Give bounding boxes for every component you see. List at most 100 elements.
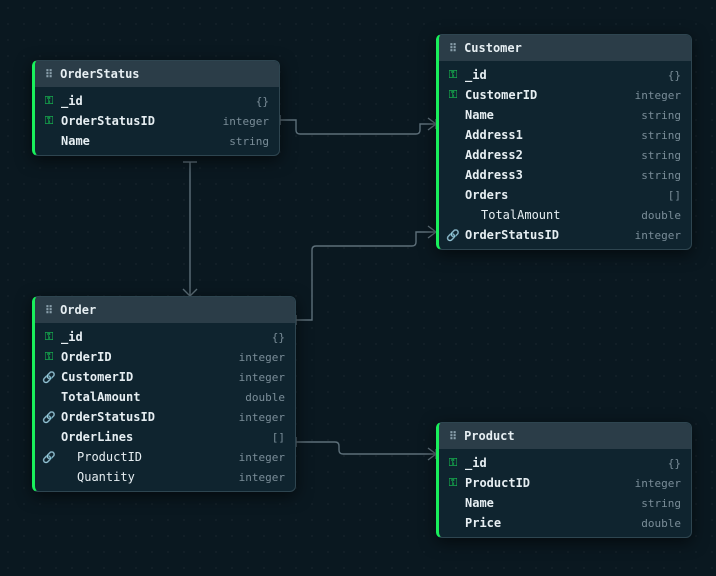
field-row[interactable]: OrderLines [] (35, 427, 295, 447)
key-icon: ⚿ (41, 94, 57, 108)
field-name: Address3 (465, 168, 637, 182)
field-name: Name (465, 496, 637, 510)
field-type: integer (239, 471, 285, 484)
field-name: OrderStatusID (465, 228, 631, 242)
field-type: double (641, 209, 681, 222)
entity-fields: ⚿ _id {} ⚿ OrderID integer 🔗 CustomerID integer T… (35, 323, 295, 491)
field-type: {} (256, 95, 269, 108)
field-name: OrderLines (61, 430, 268, 444)
field-row[interactable]: TotalAmount double (439, 205, 691, 225)
entity-header[interactable]: ⠿ OrderStatus (35, 61, 279, 87)
field-row[interactable]: Address2 string (439, 145, 691, 165)
field-type: integer (223, 115, 269, 128)
entity-customer[interactable]: ⠿ Customer ⚿_id{}⚿CustomerIDintegerNames… (436, 34, 692, 250)
field-row[interactable]: 🔗 ProductID integer (35, 447, 295, 467)
field-name: TotalAmount (61, 390, 241, 404)
field-row[interactable]: ⚿ OrderStatusID integer (35, 111, 279, 131)
link-icon: 🔗 (41, 371, 57, 384)
field-type: integer (239, 451, 285, 464)
field-row[interactable]: TotalAmount double (35, 387, 295, 407)
field-row[interactable]: ⚿ OrderID integer (35, 347, 295, 367)
drag-handle-icon[interactable]: ⠿ (449, 42, 456, 55)
entity-order[interactable]: ⠿ Order ⚿ _id {} ⚿ OrderID integer 🔗 CustomerID… (32, 296, 296, 492)
link-icon: 🔗 (41, 411, 57, 424)
field-type: integer (239, 371, 285, 384)
field-type: integer (635, 477, 681, 490)
field-name: OrderStatusID (61, 410, 235, 424)
field-row[interactable]: Name string (439, 105, 691, 125)
field-name: TotalAmount (465, 208, 637, 222)
key-icon: ⚿ (41, 350, 57, 364)
field-type: integer (635, 89, 681, 102)
field-name: OrderID (61, 350, 235, 364)
field-name: OrderStatusID (61, 114, 219, 128)
link-icon: 🔗 (41, 451, 57, 464)
field-row[interactable]: ⚿ ProductID integer (439, 473, 691, 493)
field-type: integer (635, 229, 681, 242)
field-name: Address2 (465, 148, 637, 162)
field-name: ProductID (61, 450, 235, 464)
entity-title: Customer (464, 41, 522, 55)
entity-fields: ⚿_id{}⚿ProductIDintegerNamestringPricedo… (439, 449, 691, 537)
field-row[interactable]: ⚿ _id {} (35, 91, 279, 111)
field-type: string (641, 169, 681, 182)
field-name: Name (61, 134, 225, 148)
field-name: CustomerID (61, 370, 235, 384)
field-name: _id (61, 94, 252, 108)
entity-header[interactable]: ⠿ Customer (439, 35, 691, 61)
key-icon: ⚿ (445, 68, 461, 82)
entity-product[interactable]: ⠿ Product ⚿ _id {} ⚿ ProductID integerNamestr… (436, 422, 692, 538)
key-icon: ⚿ (445, 88, 461, 102)
field-name: Orders (465, 188, 664, 202)
field-type: double (641, 517, 681, 530)
field-type: double (245, 391, 285, 404)
field-row[interactable]: Namestring (439, 493, 691, 513)
field-name: _id (465, 68, 664, 82)
entity-header[interactable]: ⠿ Product (439, 423, 691, 449)
drag-handle-icon[interactable]: ⠿ (45, 68, 52, 81)
field-name: _id (465, 456, 664, 470)
entity-fields: ⚿_id{}⚿CustomerIDintegerNamestringAddres… (439, 61, 691, 249)
key-icon: ⚿ (445, 476, 461, 490)
entity-title: OrderStatus (60, 67, 139, 81)
field-name: Address1 (465, 128, 637, 142)
entity-orderstatus[interactable]: ⠿ OrderStatus ⚿ _id {} ⚿ OrderStatusID intege… (32, 60, 280, 156)
field-row[interactable]: ⚿ CustomerID integer (439, 85, 691, 105)
field-type: integer (239, 351, 285, 364)
field-row[interactable]: ⚿_id{} (439, 453, 691, 473)
drag-handle-icon[interactable]: ⠿ (449, 430, 456, 443)
field-row[interactable]: Address3 string (439, 165, 691, 185)
field-type: integer (239, 411, 285, 424)
drag-handle-icon[interactable]: ⠿ (45, 304, 52, 317)
field-type: string (641, 109, 681, 122)
field-row[interactable]: Namestring (35, 131, 279, 151)
field-name: Name (465, 108, 637, 122)
field-name: Price (465, 516, 637, 530)
field-row[interactable]: 🔗 OrderStatusID integer (439, 225, 691, 245)
entity-header[interactable]: ⠿ Order (35, 297, 295, 323)
field-name: ProductID (465, 476, 631, 490)
entity-fields: ⚿ _id {} ⚿ OrderStatusID integer Namestring (35, 87, 279, 155)
field-row[interactable]: 🔗 OrderStatusID integer (35, 407, 295, 427)
field-type: [] (668, 189, 681, 202)
field-row[interactable]: Quantity integer (35, 467, 295, 487)
field-row[interactable]: Orders [] (439, 185, 691, 205)
key-icon: ⚿ (41, 330, 57, 344)
field-type: {} (272, 331, 285, 344)
field-name: _id (61, 330, 268, 344)
field-name: CustomerID (465, 88, 631, 102)
field-type: [] (272, 431, 285, 444)
entity-title: Order (60, 303, 96, 317)
field-row[interactable]: Price double (439, 513, 691, 533)
field-row[interactable]: ⚿ _id {} (35, 327, 295, 347)
key-icon: ⚿ (41, 114, 57, 128)
field-name: Quantity (61, 470, 235, 484)
entity-title: Product (464, 429, 515, 443)
field-type: {} (668, 457, 681, 470)
field-type: string (641, 149, 681, 162)
link-icon: 🔗 (445, 229, 461, 242)
field-row[interactable]: Address1string (439, 125, 691, 145)
field-type: {} (668, 69, 681, 82)
field-row[interactable]: ⚿ _id {} (439, 65, 691, 85)
field-row[interactable]: 🔗 CustomerID integer (35, 367, 295, 387)
